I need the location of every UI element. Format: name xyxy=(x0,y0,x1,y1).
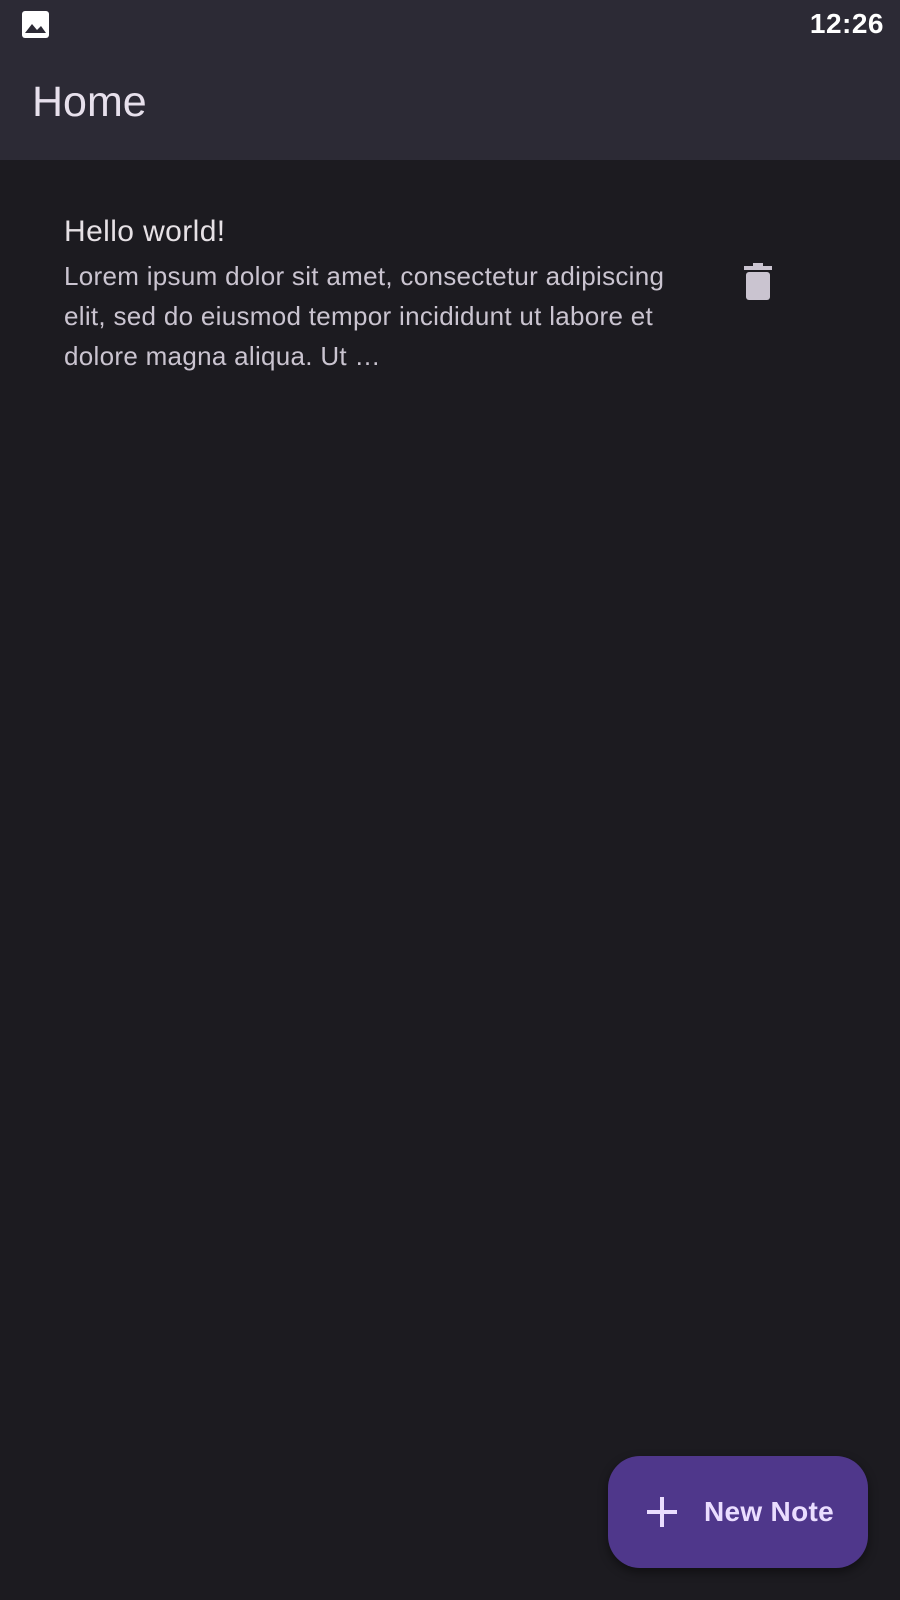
top-app-area: 12:26 Home xyxy=(0,0,900,160)
image-icon xyxy=(22,11,49,38)
note-body: Lorem ipsum dolor sit amet, consectetur … xyxy=(64,261,665,371)
new-note-label: New Note xyxy=(704,1496,834,1527)
note-title: Hello world! xyxy=(64,215,226,248)
delete-note-button[interactable] xyxy=(728,254,788,314)
status-time: 12:26 xyxy=(809,8,884,39)
new-note-button[interactable]: New Note xyxy=(608,1456,868,1568)
status-bar: 12:26 xyxy=(0,0,900,50)
trash-icon xyxy=(743,262,773,306)
screen: 12:26 Home Hello world! Lorem ipsum dolo… xyxy=(0,0,900,1600)
page-title: Home xyxy=(32,78,147,126)
plus-icon xyxy=(646,1496,678,1528)
note-list-item[interactable]: Hello world! Lorem ipsum dolor sit amet,… xyxy=(36,202,836,382)
